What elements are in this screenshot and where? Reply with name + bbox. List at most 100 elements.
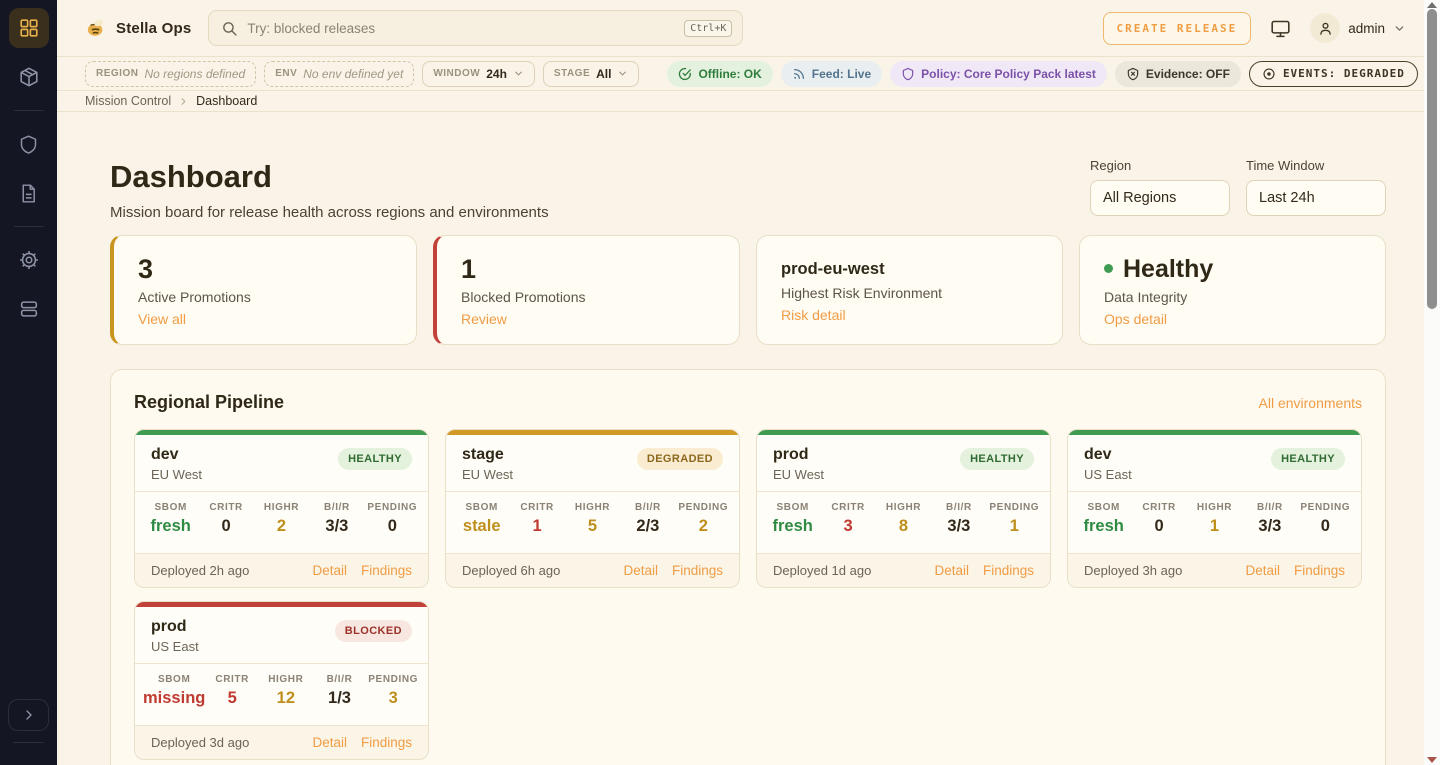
sidebar-item-infrastructure[interactable]	[9, 289, 49, 329]
breadcrumb-current: Dashboard	[196, 94, 257, 108]
sidebar-item-policies[interactable]	[9, 124, 49, 164]
env-name: dev	[151, 446, 202, 464]
pipeline-card-header: dev US East HEALTHY	[1068, 435, 1361, 491]
sidebar-item-settings[interactable]	[9, 240, 49, 280]
search-input[interactable]	[247, 21, 675, 36]
stat-label: PENDING	[365, 502, 420, 513]
search-shortcut-hint: Ctrl+K	[684, 20, 732, 37]
display-mode-button[interactable]	[1270, 18, 1291, 39]
detail-link[interactable]: Detail	[623, 563, 658, 578]
findings-link[interactable]: Findings	[672, 563, 723, 578]
env-block: dev EU West	[151, 446, 202, 482]
stat-label: PENDING	[676, 502, 731, 513]
pipeline-panel-header: Regional Pipeline All environments	[134, 392, 1362, 413]
findings-link[interactable]: Findings	[983, 563, 1034, 578]
detail-link[interactable]: Detail	[1245, 563, 1280, 578]
stat-label: CRITR	[509, 502, 564, 513]
feed-status-pill[interactable]: Feed: Live	[781, 61, 882, 87]
env-region: EU West	[773, 467, 824, 482]
stat-label: SBOM	[765, 502, 820, 513]
stat-label: SBOM	[143, 502, 198, 513]
time-window-select[interactable]: Last 24h	[1246, 180, 1386, 216]
highest-risk-value: prod-eu-west	[781, 258, 1038, 280]
review-link[interactable]: Review	[461, 311, 715, 327]
stat-pending: PENDING3	[366, 674, 420, 708]
evidence-status-pill[interactable]: Evidence: OFF	[1115, 61, 1241, 87]
global-search[interactable]: Ctrl+K	[208, 10, 743, 46]
pipeline-card-header: stage EU West DEGRADED	[446, 435, 739, 491]
shield-icon	[18, 134, 39, 155]
create-release-button[interactable]: CREATE RELEASE	[1103, 12, 1252, 45]
detail-link[interactable]: Detail	[934, 563, 969, 578]
scrollbar-thumb[interactable]	[1427, 9, 1437, 309]
findings-link[interactable]: Findings	[1294, 563, 1345, 578]
events-status-pill[interactable]: EVENTS: DEGRADED	[1249, 61, 1418, 87]
shield-x-icon	[1126, 67, 1140, 81]
all-environments-link[interactable]: All environments	[1259, 395, 1363, 411]
data-integrity-label: Data Integrity	[1104, 289, 1361, 305]
view-all-link[interactable]: View all	[138, 311, 392, 327]
chevron-right-icon	[21, 707, 37, 723]
env-name: prod	[151, 618, 199, 636]
policy-status-pill[interactable]: Policy: Core Policy Pack latest	[890, 61, 1107, 87]
stat-value: 5	[205, 689, 259, 708]
breadcrumb-parent[interactable]: Mission Control	[85, 94, 171, 108]
ops-detail-link[interactable]: Ops detail	[1104, 311, 1361, 327]
stat-label: SBOM	[143, 674, 205, 685]
stat-bir: B/I/R1/3	[313, 674, 367, 708]
feed-status-text: Feed: Live	[812, 67, 871, 81]
sidebar-item-documents[interactable]	[9, 173, 49, 213]
sidebar-divider	[14, 226, 44, 227]
risk-detail-link[interactable]: Risk detail	[781, 307, 1038, 323]
stat-value: 3	[366, 689, 420, 708]
region-filter-label: REGION	[96, 68, 138, 79]
detail-link[interactable]: Detail	[312, 735, 347, 750]
status-badge: DEGRADED	[637, 448, 723, 470]
data-integrity-value: Healthy	[1104, 254, 1361, 284]
sidebar-expand-button[interactable]	[8, 699, 49, 731]
stage-filter-chip[interactable]: STAGE All	[543, 61, 640, 87]
scrollbar[interactable]	[1424, 0, 1440, 765]
scroll-down-arrow-icon[interactable]	[1427, 757, 1437, 763]
stat-value: 3/3	[1242, 517, 1297, 536]
deployed-text: Deployed 6h ago	[462, 563, 560, 578]
stat-value: 1	[1187, 517, 1242, 536]
stat-value: fresh	[765, 517, 820, 536]
env-name: dev	[1084, 446, 1132, 464]
stat-critr: CRITR0	[1131, 502, 1186, 536]
header-actions: CREATE RELEASE	[1103, 12, 1407, 45]
stat-label: PENDING	[987, 502, 1042, 513]
env-block: dev US East	[1084, 446, 1132, 482]
env-name: stage	[462, 446, 513, 464]
pipeline-card-header: dev EU West HEALTHY	[135, 435, 428, 491]
sidebar-item-releases[interactable]	[9, 57, 49, 97]
stat-value: 8	[876, 517, 931, 536]
package-icon	[18, 66, 40, 88]
offline-status-pill[interactable]: Offline: OK	[667, 61, 772, 87]
detail-link[interactable]: Detail	[312, 563, 347, 578]
person-icon	[1317, 20, 1334, 37]
window-filter-value: 24h	[486, 67, 507, 81]
file-icon	[18, 183, 39, 204]
scroll-up-arrow-icon[interactable]	[1427, 2, 1437, 8]
app-root: Stella Ops Ctrl+K CREATE RELEASE	[0, 0, 1440, 765]
findings-link[interactable]: Findings	[361, 563, 412, 578]
region-select[interactable]: All Regions	[1090, 180, 1230, 216]
env-filter-chip[interactable]: ENV No env defined yet	[264, 61, 414, 87]
env-block: prod EU West	[773, 446, 824, 482]
deployed-text: Deployed 3d ago	[151, 735, 249, 750]
brand[interactable]: Stella Ops	[85, 18, 191, 38]
sidebar-item-dashboard[interactable]	[9, 8, 49, 48]
env-filter-empty: No env defined yet	[303, 67, 403, 81]
window-filter-chip[interactable]: WINDOW 24h	[422, 61, 535, 87]
pipeline-card-footer: Deployed 2h ago DetailFindings	[135, 553, 428, 587]
stat-label: B/I/R	[313, 674, 367, 685]
region-filter-chip[interactable]: REGION No regions defined	[85, 61, 256, 87]
pipeline-card-prod-us-east: prod US East BLOCKED SBOMmissing CRITR5 …	[134, 601, 429, 760]
stat-value: fresh	[143, 517, 198, 536]
user-menu[interactable]: admin	[1310, 13, 1406, 43]
status-badge: BLOCKED	[335, 620, 412, 642]
stat-pending: PENDING0	[365, 502, 420, 536]
findings-link[interactable]: Findings	[361, 735, 412, 750]
stat-value: 3	[820, 517, 875, 536]
